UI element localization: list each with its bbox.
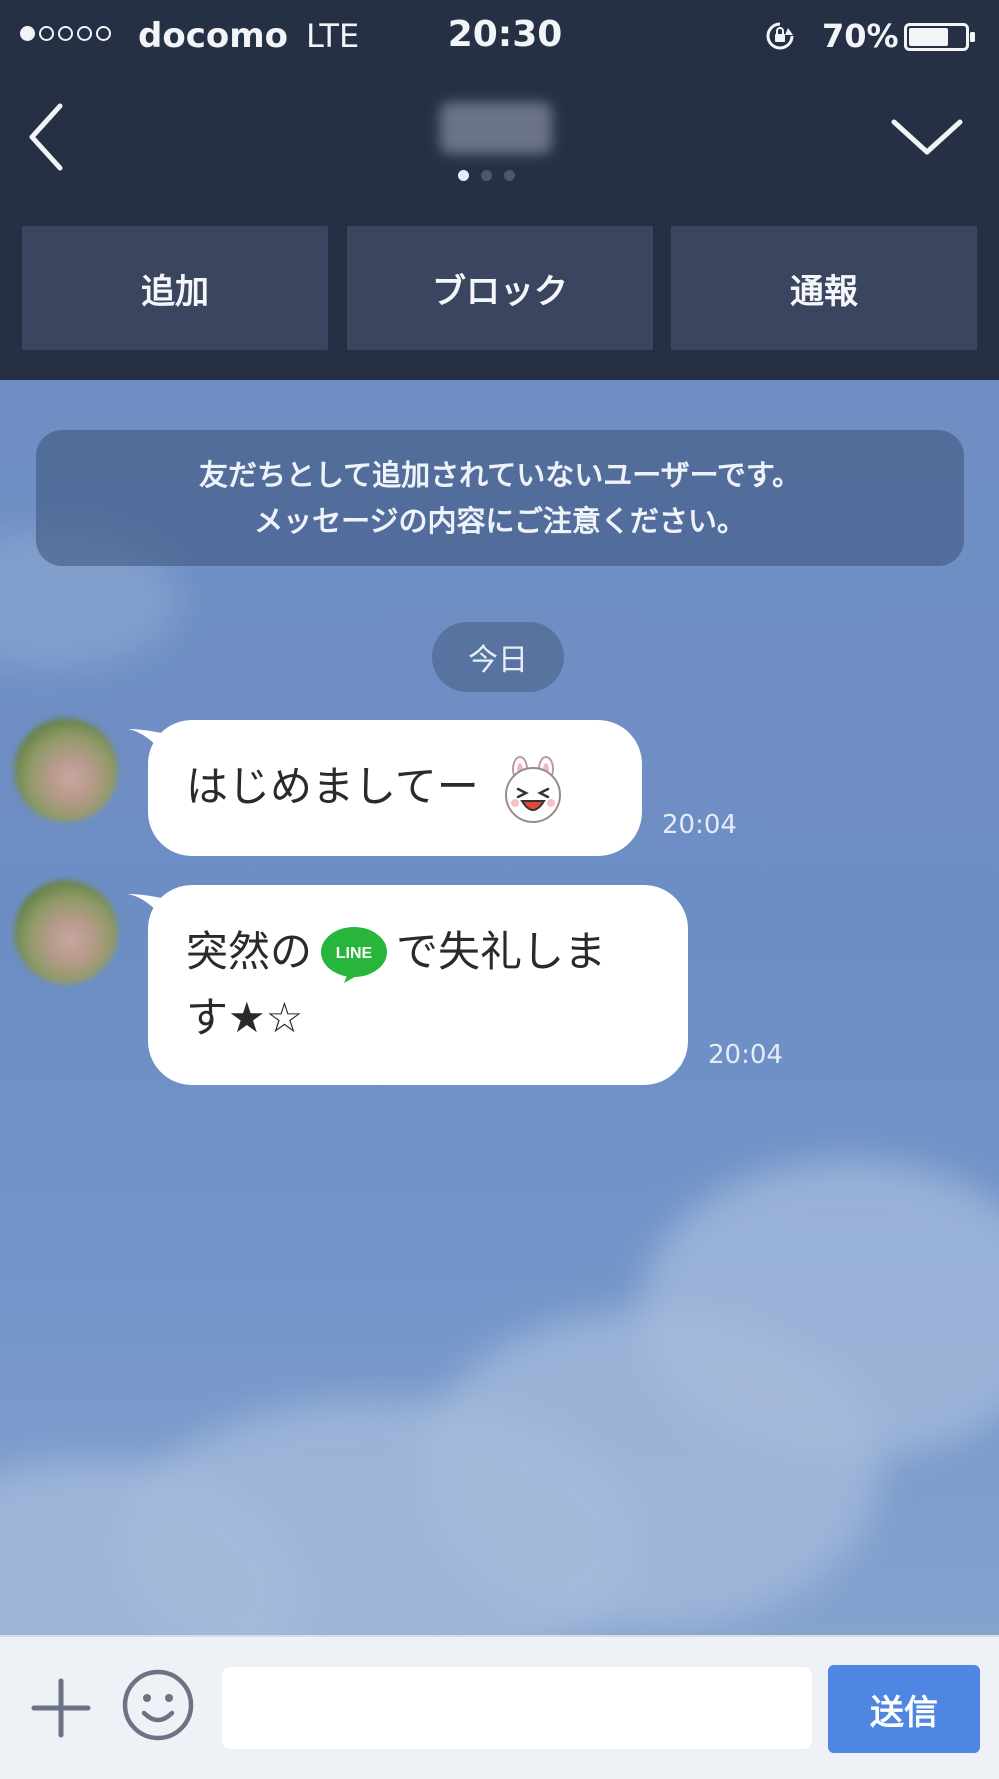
chat-menu-button[interactable]	[886, 106, 968, 166]
report-button[interactable]: 通報	[671, 226, 977, 350]
sender-avatar[interactable]	[14, 718, 118, 822]
send-button[interactable]: 送信	[828, 1665, 980, 1753]
battery-percent: 70%	[822, 17, 899, 55]
emoji-button[interactable]	[120, 1667, 196, 1743]
message-text: はじめましてー	[186, 762, 479, 811]
message-timestamp: 20:04	[708, 1040, 783, 1070]
status-time: 20:30	[447, 14, 563, 55]
attach-button[interactable]	[28, 1675, 94, 1741]
battery-level-fill	[909, 28, 948, 46]
unknown-user-notice: 友だちとして追加されていないユーザーです。 メッセージの内容にご注意ください。	[36, 430, 964, 566]
chevron-down-icon	[891, 119, 963, 155]
contact-name[interactable]: ███	[440, 102, 552, 154]
signal-strength-icon	[20, 26, 111, 41]
line-logo-icon: LINE	[321, 926, 388, 983]
page-indicator	[458, 170, 515, 181]
signal-dot	[39, 26, 54, 41]
message-bubble[interactable]: はじめましてー	[148, 720, 642, 856]
message-line: 突然の LINE で失礼しま	[186, 919, 688, 985]
signal-dot	[96, 26, 111, 41]
signal-dot	[77, 26, 92, 41]
network-type: LTE	[306, 17, 360, 55]
message-text: す★☆	[186, 993, 304, 1042]
battery-icon	[904, 23, 975, 51]
carrier-name: docomo	[138, 16, 288, 56]
message-input-bar: 送信	[0, 1635, 999, 1779]
page-dot	[458, 170, 469, 181]
notice-line: 友だちとして追加されていないユーザーです。	[198, 458, 802, 492]
message-text: で失礼しま	[396, 927, 607, 976]
message-bubble[interactable]: 突然の LINE で失礼しま す★☆	[148, 885, 688, 1085]
message-line: す★☆	[186, 985, 688, 1051]
message-input[interactable]	[222, 1667, 812, 1749]
sender-avatar[interactable]	[14, 880, 118, 984]
status-bar: docomo LTE 20:30 70%	[0, 0, 999, 72]
signal-dot	[58, 26, 73, 41]
notice-line: メッセージの内容にご注意ください。	[254, 504, 746, 538]
block-button[interactable]: ブロック	[347, 226, 653, 350]
rotation-lock-icon	[766, 22, 794, 50]
line-chat-screen: docomo LTE 20:30 70% ███ 追加 ブロック 通報 友だちと…	[0, 0, 999, 1779]
back-arrow-icon	[29, 103, 63, 171]
message-text: 突然の	[186, 927, 313, 976]
chat-header: ███ 追加 ブロック 通報	[0, 72, 999, 380]
rabbit-face-emoji	[505, 755, 562, 823]
smiley-icon	[122, 1669, 194, 1741]
page-dot	[481, 170, 492, 181]
chat-area[interactable]: 友だちとして追加されていないユーザーです。 メッセージの内容にご注意ください。 …	[0, 380, 999, 1635]
back-button[interactable]	[20, 96, 72, 178]
plus-icon	[31, 1678, 91, 1738]
line-logo-text: LINE	[336, 945, 373, 962]
signal-dot	[20, 26, 35, 41]
message-timestamp: 20:04	[662, 810, 737, 840]
page-dot	[504, 170, 515, 181]
date-separator: 今日	[432, 622, 564, 692]
add-friend-button[interactable]: 追加	[22, 226, 328, 350]
